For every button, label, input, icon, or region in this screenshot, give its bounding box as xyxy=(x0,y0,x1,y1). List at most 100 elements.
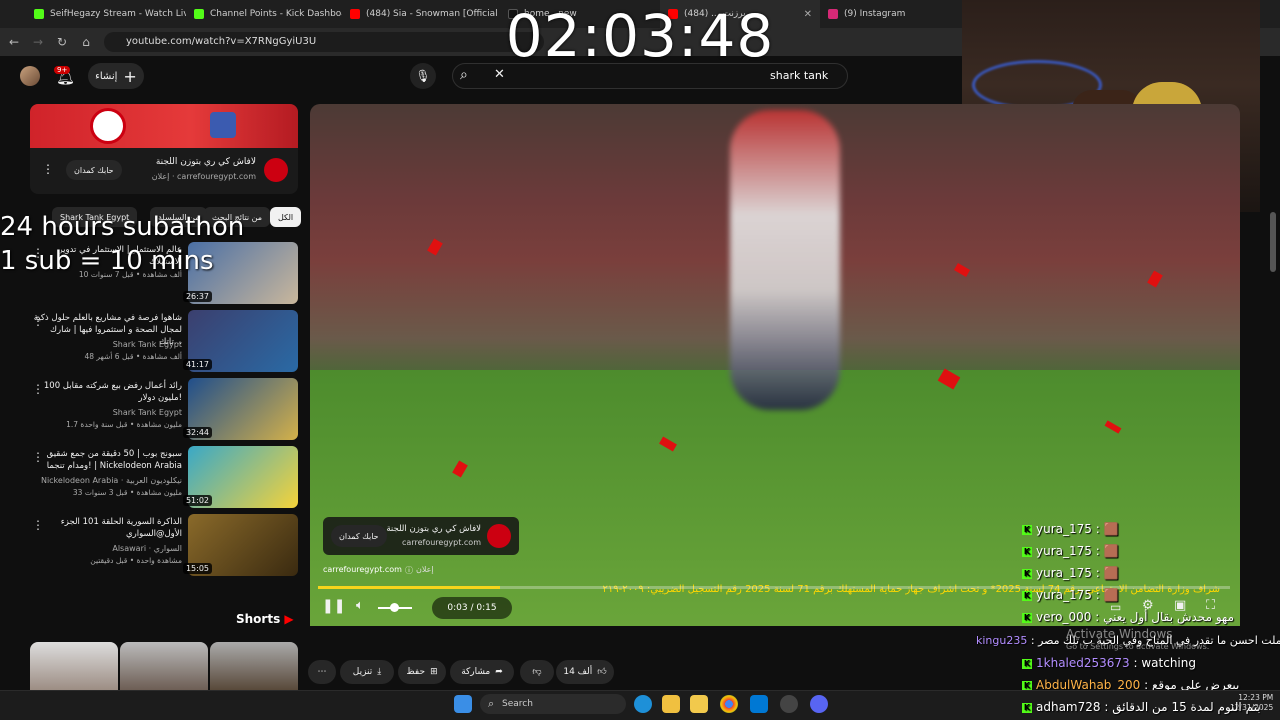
duration-badge: 32:44 xyxy=(182,427,212,438)
more-icon[interactable]: ⋮ xyxy=(32,518,44,532)
short-thumbnail[interactable] xyxy=(30,642,118,692)
more-actions-button[interactable]: ⋯ xyxy=(308,660,336,684)
list-item[interactable]: 15:05 الذاكرة السورية الحلقة 101 الجزء ا… xyxy=(30,514,298,578)
list-item[interactable]: 41:17 شاهوا فرصة في مشاريع بالعلم حلول ذ… xyxy=(30,310,298,374)
download-icon: ⤓ xyxy=(377,667,382,677)
more-icon[interactable]: ⋮ xyxy=(32,314,44,328)
video-title: رائد أعمال رفض بيع شركته مقابل 100 مليون… xyxy=(43,381,182,403)
duration-badge: 51:02 xyxy=(182,495,212,506)
thumbs-down-icon: 👎︎ xyxy=(532,667,542,677)
folder-icon[interactable] xyxy=(690,695,708,713)
chrome-icon[interactable] xyxy=(720,695,738,713)
sidebar-ad-card[interactable]: لافاش كي ري بتوزن اللجنة إعلان · carrefo… xyxy=(30,148,298,194)
kick-icon: K xyxy=(1022,680,1032,691)
activate-windows-subtitle: Go to Settings to activate Windows. xyxy=(1066,642,1210,651)
kick-icon: K xyxy=(1022,702,1032,713)
tab-instagram[interactable]: (9) Instagram xyxy=(820,0,960,28)
chat-message: K 1khaled253673 : watching xyxy=(1022,656,1196,670)
tab-seifhegazy[interactable]: SeifHegazy Stream - Watch Liv✕ xyxy=(26,0,186,28)
windows-start-icon[interactable] xyxy=(454,695,472,713)
kick-icon: K xyxy=(1022,590,1032,601)
notification-count: 9+ xyxy=(54,66,71,74)
bookmark-icon: ⊞ xyxy=(430,667,438,677)
video-title: الذاكرة السورية الحلقة 101 الجزء الأول@ا… xyxy=(60,517,182,539)
tab-sia-snowman[interactable]: (484) Sia - Snowman [Official V✕ xyxy=(342,0,498,28)
taskbar-search[interactable]: Search xyxy=(480,694,626,714)
kick-icon xyxy=(34,9,44,19)
scrollbar[interactable] xyxy=(1270,212,1276,272)
list-item[interactable]: 51:02 سبونج بوب | 50 دقيقة من جمع شقيق و… xyxy=(30,446,298,510)
chat-message: Kyura_175 : 🟫 xyxy=(1022,566,1119,580)
dislike-button[interactable]: 👎︎ xyxy=(520,660,554,684)
create-button[interactable]: إنشاء + xyxy=(88,63,144,89)
discord-icon[interactable] xyxy=(810,695,828,713)
share-icon: ➦ xyxy=(495,667,503,677)
share-button[interactable]: مشاركة ➦ xyxy=(450,660,514,684)
kick-icon: K xyxy=(1022,546,1032,557)
home-icon[interactable]: ⌂ xyxy=(78,34,94,50)
download-button[interactable]: تنزيل ⤓ xyxy=(340,660,394,684)
video-meta: 48 ألف مشاهدة • قبل 6 أشهر xyxy=(84,352,182,361)
volume-knob[interactable] xyxy=(390,603,399,612)
youtube-icon xyxy=(350,9,360,19)
list-item[interactable]: 32:44 رائد أعمال رفض بيع شركته مقابل 100… xyxy=(30,378,298,442)
plus-icon: + xyxy=(123,66,137,86)
more-icon[interactable]: ⋮ xyxy=(42,162,54,176)
obs-icon[interactable] xyxy=(780,695,798,713)
kick-icon: K xyxy=(1022,568,1032,579)
save-button[interactable]: حفظ ⊞ xyxy=(398,660,446,684)
ad-cta-button[interactable]: حابك كمدان xyxy=(331,525,387,547)
close-icon[interactable]: ✕ xyxy=(804,9,812,20)
kick-icon xyxy=(194,9,204,19)
back-icon[interactable]: ← xyxy=(6,34,22,50)
cow-logo xyxy=(90,108,126,144)
info-icon[interactable]: ⓘ xyxy=(405,565,413,576)
more-icon[interactable]: ⋮ xyxy=(32,450,44,464)
sidebar-ad-banner[interactable] xyxy=(30,104,298,148)
edge-icon[interactable] xyxy=(634,695,652,713)
chat-message: Kvero_000 : مهو محدش بقال أول يعني xyxy=(1022,610,1234,624)
video-ad-overlay[interactable]: لافاش كي ري بتوزن اللجنة carrefouregypt.… xyxy=(323,517,519,555)
activate-windows-title: Activate Windows xyxy=(1066,627,1173,641)
chip-all[interactable]: الكل xyxy=(270,207,302,227)
video-meta: مشاهدة واحدة • قبل دقيقتين xyxy=(90,556,182,565)
duration-badge: 26:37 xyxy=(182,291,212,302)
like-button[interactable]: 14 ألف 👍︎ xyxy=(556,660,614,684)
short-thumbnail[interactable] xyxy=(210,642,298,692)
kick-icon: K xyxy=(1022,612,1032,623)
tab-channel-points[interactable]: Channel Points - Kick Dashboa✕ xyxy=(186,0,342,28)
channel-name: Alsawari · السواري xyxy=(112,544,182,553)
subathon-overlay-line2: 1 sub = 10 mins xyxy=(0,246,214,276)
short-thumbnail[interactable] xyxy=(120,642,208,692)
avatar[interactable] xyxy=(20,66,40,86)
search-query: shark tank xyxy=(770,69,829,82)
file-explorer-icon[interactable] xyxy=(662,695,680,713)
shorts-icon: ▶ xyxy=(284,612,294,626)
reload-icon[interactable]: ↻ xyxy=(54,34,70,50)
progress-fill xyxy=(318,586,501,589)
kick-icon: K xyxy=(1022,658,1032,669)
shorts-heading: Shorts ▶ xyxy=(236,612,294,626)
search-icon: ⌕ xyxy=(488,697,495,710)
more-icon[interactable]: ⋮ xyxy=(32,382,44,396)
video-frame-flag xyxy=(730,110,840,410)
forward-icon[interactable]: → xyxy=(30,34,46,50)
kick-icon: K xyxy=(1022,524,1032,535)
chat-message: Kyura_175 : 🟫 xyxy=(1022,544,1119,558)
channel-name: Nickelodeon Arabia · نيكلوديون العربية xyxy=(40,476,182,485)
pause-icon[interactable]: ❚❚ xyxy=(322,598,345,614)
ad-title: لافاش كي ري بتوزن اللجنة xyxy=(386,524,481,534)
mic-icon[interactable]: 🎙︎ xyxy=(410,63,436,89)
ad-cta-button[interactable]: حابك كمدان xyxy=(66,160,122,180)
search-icon[interactable]: ⌕ xyxy=(460,67,468,83)
outlook-icon[interactable] xyxy=(750,695,768,713)
stream-timer: 02:03:48 xyxy=(505,2,775,70)
volume-icon[interactable]: 🔈︎ xyxy=(356,598,364,613)
ad-label: إعلان xyxy=(416,565,434,574)
video-meta: 1.7 مليون مشاهدة • قبل سنة واحدة xyxy=(66,420,182,429)
channel-name: Shark Tank Egypt xyxy=(112,340,182,349)
ad-domain-link[interactable]: carrefouregypt.com xyxy=(323,565,402,574)
chat-message: Kadham728 : بتم النوم لمدة 15 من الدقائق xyxy=(1022,700,1261,714)
url-bar[interactable]: youtube.com/watch?v=X7RNgGyiU3U xyxy=(104,32,544,52)
duration-badge: 41:17 xyxy=(182,359,212,370)
